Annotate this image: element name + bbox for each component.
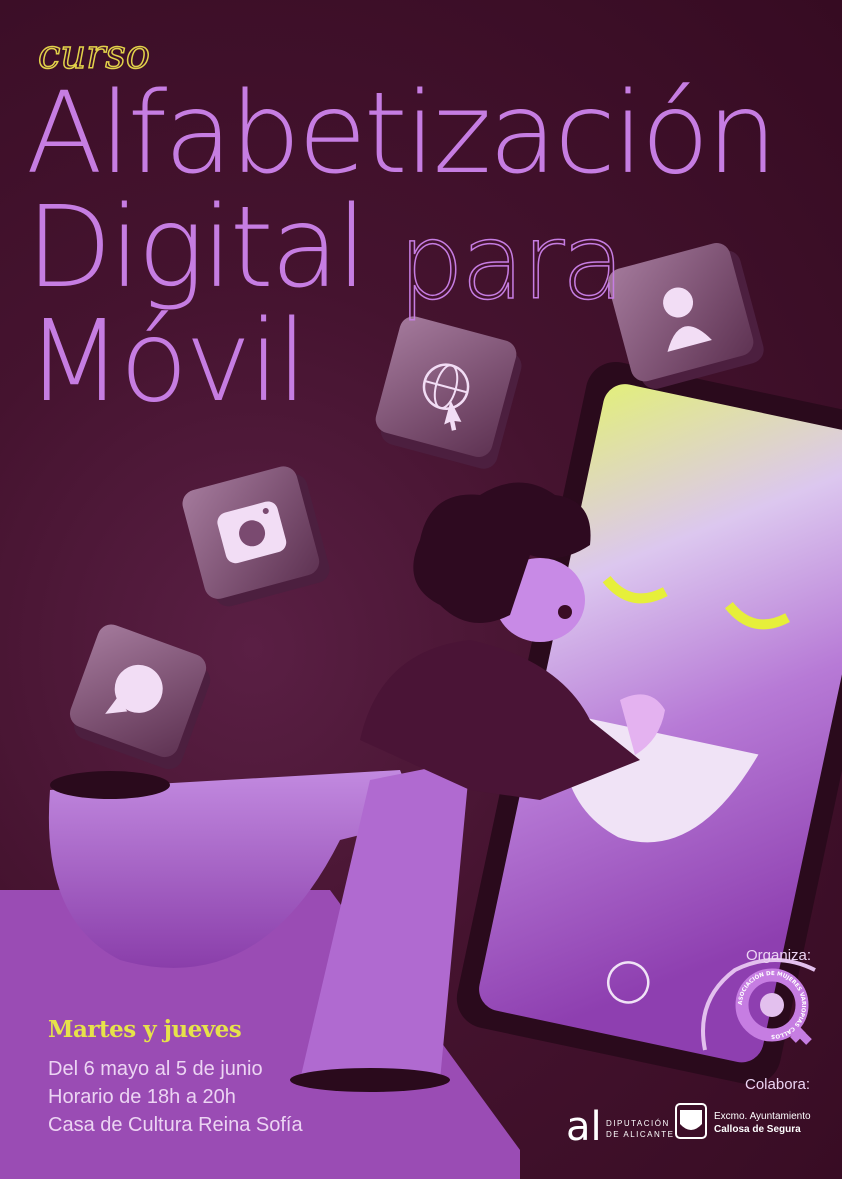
title-para: para (397, 201, 626, 323)
tile-camera (182, 466, 330, 607)
poster: ASOCIACIÓN DE MUJERES VARIOPIAS CALLOS A … (0, 0, 842, 1179)
ayto-line-2: Callosa de Segura (714, 1124, 801, 1135)
diputacion-line-2: DE ALICANTE (606, 1130, 675, 1139)
title-line-1: Alfabetización (26, 69, 777, 199)
diputacion-line-1: DIPUTACIÓN (606, 1119, 670, 1128)
tile-globe (375, 316, 522, 469)
schedule: Horario de 18h a 20h (48, 1086, 236, 1108)
tile-chat (69, 624, 211, 770)
colabora-label: Colabora: (745, 1076, 811, 1093)
title-line-2: Digital (26, 183, 367, 313)
organiza-label: Organiza: (746, 947, 812, 964)
diputacion-logo: al (566, 1104, 602, 1150)
ayuntamiento-crest (675, 1103, 707, 1139)
title-line-3: Móvil (26, 297, 308, 427)
dates: Del 6 mayo al 5 de junio (48, 1058, 263, 1080)
ayto-line-1: Excmo. Ayuntamiento (714, 1111, 811, 1122)
days: Martes y jueves (48, 1016, 242, 1043)
venue: Casa de Cultura Reina Sofía (48, 1114, 303, 1136)
diputacion-text: DIPUTACIÓN DE ALICANTE (606, 1118, 675, 1140)
